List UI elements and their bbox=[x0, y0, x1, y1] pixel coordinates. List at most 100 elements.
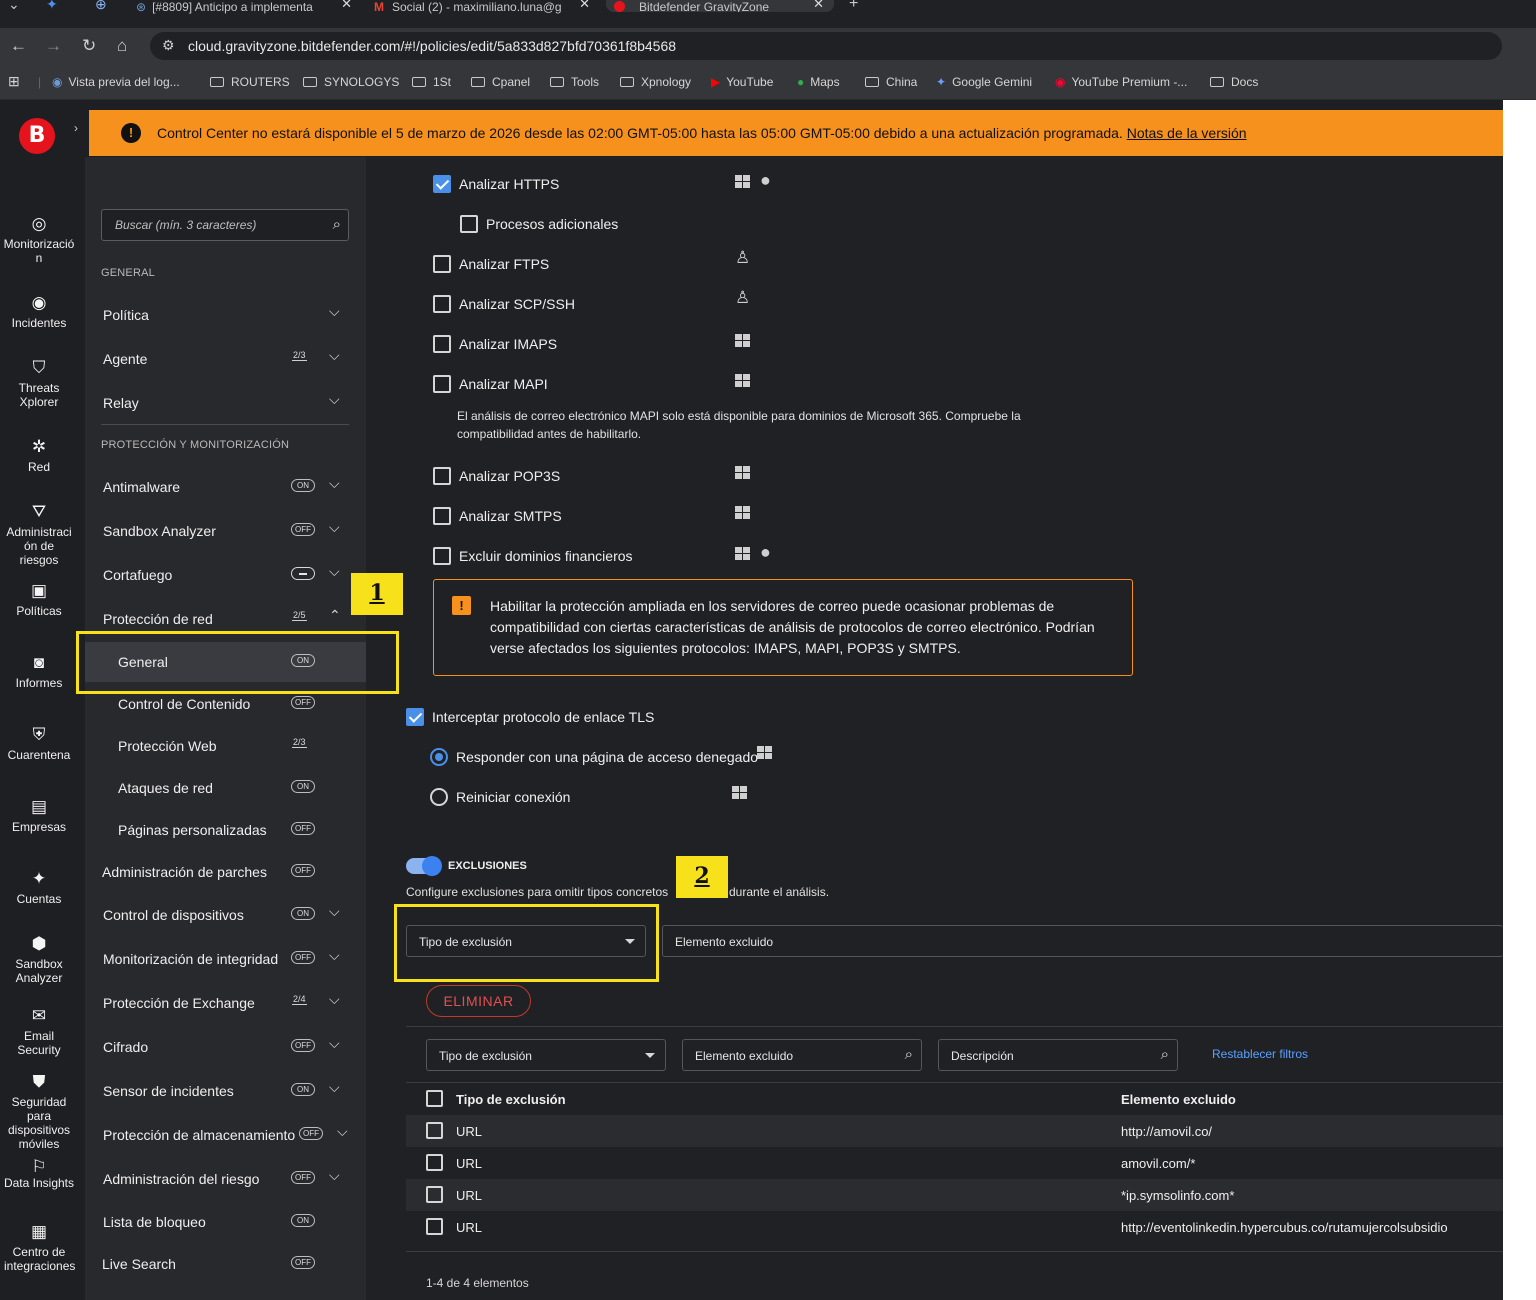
chevron-down-icon[interactable]: ⌵ bbox=[329, 391, 340, 408]
back-icon[interactable]: ← bbox=[10, 36, 27, 56]
bookmark-vista-previa[interactable]: ◉ Vista previa del log... bbox=[52, 75, 180, 89]
select-all-checkbox[interactable] bbox=[426, 1090, 443, 1107]
nav-administracion-riesgos[interactable]: ⛛ Administraci ón de riesgos bbox=[0, 503, 78, 567]
chevron-down-icon[interactable]: ⌵ bbox=[329, 519, 340, 536]
chevron-down-icon[interactable]: ⌵ bbox=[329, 563, 340, 580]
table-row[interactable]: URL http://eventolinkedin.hypercubus.co/… bbox=[406, 1211, 1503, 1243]
nav-email-security[interactable]: ✉ Email Security bbox=[0, 1007, 78, 1057]
deny-page-radio[interactable] bbox=[430, 748, 448, 766]
excluded-element-input[interactable]: Elemento excluido bbox=[662, 925, 1503, 957]
gemini-tab-icon[interactable]: ✦ bbox=[46, 0, 58, 10]
bookmark-maps[interactable]: ● Maps bbox=[797, 75, 840, 89]
tab-close-icon[interactable]: ✕ bbox=[341, 0, 352, 12]
chevron-down-icon[interactable]: ⌵ bbox=[329, 1035, 340, 1052]
filter-type-select[interactable]: Tipo de exclusión bbox=[426, 1039, 666, 1071]
new-tab-icon[interactable]: + bbox=[849, 0, 858, 9]
column-header[interactable]: Elemento excluido bbox=[1121, 1092, 1236, 1107]
chevron-down-icon[interactable]: ⌵ bbox=[329, 903, 340, 920]
bookmark-gemini[interactable]: ✦ Google Gemini bbox=[936, 75, 1032, 89]
bookmark-china[interactable]: China bbox=[865, 75, 917, 89]
tab-gmail[interactable]: M Social (2) - maximiliano.luna@g ✕ bbox=[374, 0, 590, 14]
chevron-down-icon[interactable]: ⌵ bbox=[329, 303, 340, 320]
menu-antimalware[interactable]: Antimalware ON ⌵ bbox=[85, 467, 366, 507]
nav-empresas[interactable]: ▤ Empresas bbox=[0, 798, 78, 834]
tab-close-icon[interactable]: ✕ bbox=[813, 0, 824, 12]
chevron-down-icon[interactable]: ⌵ bbox=[329, 1079, 340, 1096]
menu-proteccion-web[interactable]: Protección Web 2/3 bbox=[85, 726, 366, 766]
chevron-up-icon[interactable]: ⌃ bbox=[329, 607, 341, 624]
bookmark-youtube[interactable]: ▶ YouTube bbox=[711, 75, 773, 89]
bookmark-docs[interactable]: Docs bbox=[1210, 75, 1258, 89]
bookmark-1st[interactable]: 1St bbox=[412, 75, 451, 89]
expand-nav-icon[interactable]: › bbox=[74, 121, 78, 135]
nav-incidentes[interactable]: ◉ Incidentes bbox=[0, 294, 78, 330]
apps-grid-icon[interactable]: ⊞ bbox=[8, 73, 20, 90]
chevron-down-icon[interactable]: ⌵ bbox=[329, 1167, 340, 1184]
nav-centro-integraciones[interactable]: ▦ Centro de integraciones bbox=[0, 1223, 78, 1273]
row-checkbox[interactable] bbox=[426, 1154, 443, 1171]
tab-gravityzone[interactable]: Bitdefender GravityZone ✕ bbox=[606, 0, 834, 12]
smtps-checkbox[interactable] bbox=[433, 507, 451, 525]
nav-data-insights[interactable]: ⚐ Data Insights bbox=[0, 1158, 78, 1190]
search-icon[interactable]: ⌕ bbox=[333, 216, 341, 233]
excluir-dominios-financieros-checkbox[interactable] bbox=[433, 547, 451, 565]
menu-agente[interactable]: Agente 2/3 ⌵ bbox=[85, 339, 366, 379]
menu-live-search[interactable]: Live Search OFF bbox=[85, 1244, 366, 1284]
nav-monitorizacion[interactable]: ◎ Monitorizació n bbox=[0, 215, 78, 265]
filter-description-input[interactable]: Descripción ⌕ bbox=[938, 1039, 1178, 1071]
menu-sensor-incidentes[interactable]: Sensor de incidentes ON ⌵ bbox=[85, 1071, 366, 1111]
tab-close-icon[interactable]: ✕ bbox=[579, 0, 590, 12]
bookmark-cpanel[interactable]: Cpanel bbox=[471, 75, 530, 89]
bookmark-tools[interactable]: Tools bbox=[550, 75, 599, 89]
pop3s-checkbox[interactable] bbox=[433, 467, 451, 485]
bookmark-synologys[interactable]: SYNOLOGYS bbox=[303, 75, 399, 89]
https-checkbox[interactable] bbox=[433, 175, 451, 193]
menu-control-dispositivos[interactable]: Control de dispositivos ON ⌵ bbox=[85, 895, 366, 935]
nav-informes[interactable]: ◙ Informes bbox=[0, 654, 78, 690]
menu-monitorizacion-integridad[interactable]: Monitorización de integridad OFF ⌵ bbox=[85, 939, 366, 979]
reload-icon[interactable]: ↻ bbox=[82, 36, 96, 56]
search-icon[interactable]: ⌕ bbox=[1161, 1046, 1169, 1063]
nav-sandbox-analyzer[interactable]: ⬢ Sandbox Analyzer bbox=[0, 935, 78, 985]
chevron-down-icon[interactable]: ⌵ bbox=[329, 347, 340, 364]
url-field[interactable]: ⚙ cloud.gravityzone.bitdefender.com/#!/p… bbox=[150, 32, 1502, 60]
menu-lista-bloqueo[interactable]: Lista de bloqueo ON bbox=[85, 1202, 366, 1242]
row-checkbox[interactable] bbox=[426, 1186, 443, 1203]
procesos-adicionales-checkbox[interactable] bbox=[460, 215, 478, 233]
forward-icon[interactable]: → bbox=[45, 36, 62, 56]
menu-paginas-personalizadas[interactable]: Páginas personalizadas OFF bbox=[85, 810, 366, 850]
menu-sandbox-analyzer[interactable]: Sandbox Analyzer OFF ⌵ bbox=[85, 511, 366, 551]
ftps-checkbox[interactable] bbox=[433, 255, 451, 273]
tab-search-icon[interactable]: ⌄ bbox=[8, 0, 28, 10]
section-search[interactable]: ⌕ bbox=[101, 209, 349, 241]
column-header[interactable]: Tipo de exclusión bbox=[456, 1092, 566, 1107]
site-settings-icon[interactable]: ⚙ bbox=[162, 37, 175, 54]
menu-proteccion-almacenamiento[interactable]: Protección de almacenamiento OFF ⌵ bbox=[85, 1115, 366, 1155]
nav-politicas[interactable]: ▣ Políticas bbox=[0, 582, 78, 618]
chevron-down-icon[interactable]: ⌵ bbox=[329, 947, 340, 964]
nav-cuentas[interactable]: ✦ Cuentas bbox=[0, 870, 78, 906]
reset-connection-radio[interactable] bbox=[430, 788, 448, 806]
tls-checkbox[interactable] bbox=[406, 708, 424, 726]
menu-cortafuego[interactable]: Cortafuego ⌵ bbox=[85, 555, 366, 595]
chevron-down-icon[interactable]: ⌵ bbox=[329, 991, 340, 1008]
imaps-checkbox[interactable] bbox=[433, 335, 451, 353]
search-icon[interactable]: ⌕ bbox=[905, 1046, 913, 1063]
chevron-down-icon[interactable]: ⌵ bbox=[337, 1123, 348, 1140]
search-input[interactable] bbox=[102, 210, 322, 240]
bookmark-youtube-premium[interactable]: ◉ YouTube Premium -... bbox=[1055, 75, 1187, 89]
exclusions-toggle[interactable] bbox=[406, 856, 442, 876]
menu-ataques-de-red[interactable]: Ataques de red ON bbox=[85, 768, 366, 808]
menu-politica[interactable]: Política ⌵ bbox=[85, 295, 366, 335]
home-icon[interactable]: ⌂ bbox=[117, 36, 127, 56]
filter-element-input[interactable]: Elemento excluido ⌕ bbox=[682, 1039, 922, 1071]
release-notes-link[interactable]: Notas de la versión bbox=[1127, 125, 1247, 141]
pinned-tab-icon[interactable]: ⊕ bbox=[95, 0, 107, 10]
menu-proteccion-exchange[interactable]: Protección de Exchange 2/4 ⌵ bbox=[85, 983, 366, 1023]
nav-seguridad-moviles[interactable]: ⛊ Seguridad para dispositivos móviles bbox=[0, 1073, 78, 1151]
scp-ssh-checkbox[interactable] bbox=[433, 295, 451, 313]
reset-filters-link[interactable]: Restablecer filtros bbox=[1212, 1047, 1308, 1061]
row-checkbox[interactable] bbox=[426, 1122, 443, 1139]
menu-administracion-riesgo[interactable]: Administración del riesgo OFF ⌵ bbox=[85, 1159, 366, 1199]
bookmark-routers[interactable]: ROUTERS bbox=[210, 75, 290, 89]
